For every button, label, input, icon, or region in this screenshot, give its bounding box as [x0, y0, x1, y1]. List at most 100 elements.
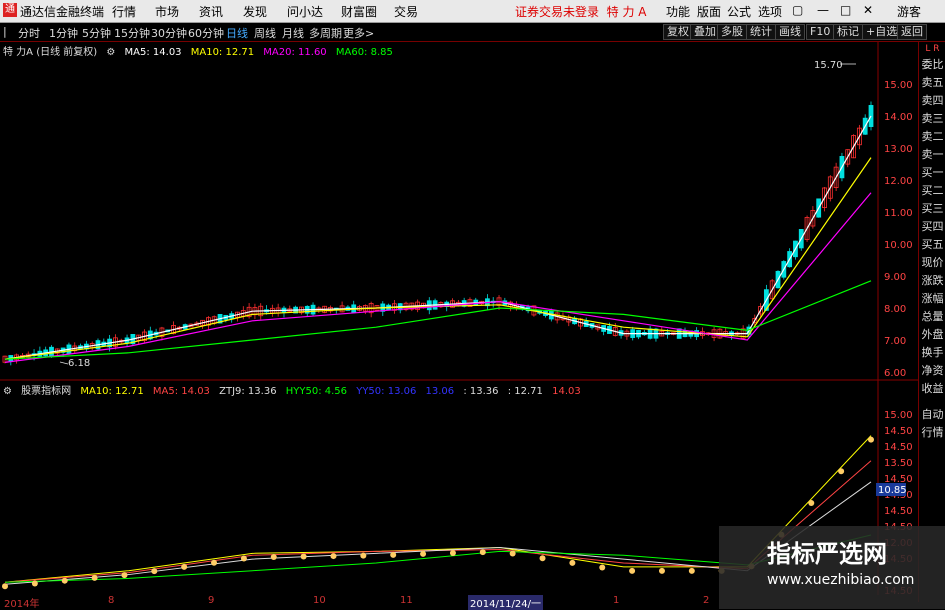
yaxis-tick-label: 15.00 — [884, 80, 913, 91]
sidebar-buy3[interactable]: 买三 — [919, 200, 945, 218]
sidebar-turnover[interactable]: 换手 — [919, 344, 945, 362]
signal-marker — [240, 555, 247, 562]
signal-marker — [449, 550, 456, 557]
high-annotation: 15.70 — [814, 60, 843, 71]
scroll-left-icon[interactable]: | — [3, 25, 7, 38]
ma5-legend: MA5: 14.03 — [124, 47, 182, 58]
watermark-overlay: 指标严选网 www.xuezhibiao.com — [719, 526, 945, 609]
sidebar-buy2[interactable]: 买二 — [919, 182, 945, 200]
menu-shichang[interactable]: 市场 — [155, 3, 179, 20]
signal-marker — [121, 572, 128, 579]
btn-tongji[interactable]: 统计 — [746, 24, 776, 40]
yaxis-tick-label: 13.00 — [884, 144, 913, 155]
yaxis-tick-label: 6.00 — [884, 368, 906, 379]
yaxis-tick-label: 7.00 — [884, 336, 906, 347]
sidebar-buy1[interactable]: 买一 — [919, 164, 945, 182]
period-30min[interactable]: 30分钟 — [151, 25, 187, 41]
kline-chart[interactable]: 15.00 14.00 13.00 12.00 11.00 10.00 9.00 8.00 7.… — [0, 42, 918, 595]
btn-banmian[interactable]: 版面 — [697, 3, 721, 20]
sidebar-auto[interactable]: 自动 — [919, 406, 945, 424]
yaxis-tick-label: 10.00 — [884, 240, 913, 251]
sidebar-price[interactable]: 现价 — [919, 254, 945, 272]
sidebar-sell3[interactable]: 卖三 — [919, 110, 945, 128]
sub-item-6: 13.06 — [425, 386, 455, 397]
signal-marker — [838, 468, 845, 475]
title-bar: 通 通达信金融终端 行情 市场 资讯 发现 问小达 财富圈 交易 证券交易未登录… — [0, 0, 945, 23]
sidebar-outer[interactable]: 外盘 — [919, 326, 945, 344]
btn-fanhui[interactable]: 返回 — [897, 24, 927, 40]
sidebar-weibi[interactable]: 委比 — [919, 56, 945, 74]
btn-diejia[interactable]: 叠加 — [690, 24, 720, 40]
period-60min[interactable]: 60分钟 — [188, 25, 224, 41]
settings-icon[interactable]: ⚙ — [3, 386, 12, 397]
sidebar-sell5[interactable]: 卖五 — [919, 74, 945, 92]
close-icon[interactable]: ✕ — [863, 3, 873, 17]
sidebar-netasset[interactable]: 净资 — [919, 362, 945, 380]
menu-hangqing[interactable]: 行情 — [112, 3, 136, 20]
btn-gongshi[interactable]: 公式 — [727, 3, 751, 20]
ma10-legend: MA10: 12.71 — [190, 47, 255, 58]
sub-item-7: : 13.36 — [463, 386, 499, 397]
signal-marker — [569, 559, 576, 566]
sidebar-volume[interactable]: 总量 — [919, 308, 945, 326]
sub-yaxis-tick-label: 14.50 — [884, 442, 913, 453]
menu-jiaoyi[interactable]: 交易 — [394, 3, 418, 20]
period-more[interactable]: 更多> — [343, 25, 374, 41]
btn-zixuan[interactable]: +自选 — [862, 24, 902, 40]
ma-line-group — [4, 115, 872, 363]
lock-icon[interactable]: ▢ — [792, 3, 803, 17]
period-15min[interactable]: 15分钟 — [114, 25, 150, 41]
period-fenshi[interactable]: 分时 — [18, 25, 40, 41]
period-multi[interactable]: 多周期 — [309, 25, 342, 41]
xaxis-label: 2 — [703, 595, 710, 606]
xaxis-label: 10 — [313, 595, 326, 606]
menu-caifuquan[interactable]: 财富圈 — [341, 3, 377, 20]
menu-faxian[interactable]: 发现 — [243, 3, 267, 20]
btn-f10[interactable]: F10 — [806, 24, 835, 40]
signal-marker — [479, 549, 486, 556]
xaxis-label: 9 — [208, 595, 215, 606]
sidebar-sell1[interactable]: 卖一 — [919, 146, 945, 164]
btn-gongneng[interactable]: 功能 — [666, 3, 690, 20]
btn-xuanxiang[interactable]: 选项 — [758, 3, 782, 20]
period-monthly[interactable]: 月线 — [282, 25, 304, 41]
chart-area[interactable]: 15.00 14.00 13.00 12.00 11.00 10.00 9.00 8.00 7.… — [0, 42, 945, 609]
sidebar-buy5[interactable]: 买五 — [919, 236, 945, 254]
user-label[interactable]: 游客 — [897, 3, 921, 20]
menu-wenxiaoda[interactable]: 问小达 — [287, 3, 323, 20]
btn-biaoji[interactable]: 标记 — [833, 24, 863, 40]
signal-marker — [539, 555, 546, 562]
xaxis-label: 1 — [613, 595, 620, 606]
menu-zixun[interactable]: 资讯 — [199, 3, 223, 20]
signal-marker — [2, 583, 8, 590]
period-weekly[interactable]: 周线 — [254, 25, 276, 41]
sub-item-1: MA10: 12.71 — [80, 386, 144, 397]
settings-icon[interactable]: ⚙ — [106, 47, 115, 58]
sidebar-buy4[interactable]: 买四 — [919, 218, 945, 236]
sidebar-sell4[interactable]: 卖四 — [919, 92, 945, 110]
sidebar-sell2[interactable]: 卖二 — [919, 128, 945, 146]
btn-fuquan[interactable]: 复权 — [663, 24, 693, 40]
btn-duogu[interactable]: 多股 — [717, 24, 747, 40]
sidebar-change-pct[interactable]: 涨幅 — [919, 290, 945, 308]
yaxis-tick-label: 14.00 — [884, 112, 913, 123]
login-status[interactable]: 证券交易未登录 特 力 A — [515, 3, 647, 20]
xaxis-cursor-date: 2014/11/24/一 — [468, 595, 544, 610]
signal-marker — [300, 553, 307, 560]
period-5min[interactable]: 5分钟 — [82, 25, 111, 41]
sidebar-earnings[interactable]: 收益 — [919, 380, 945, 398]
signal-marker — [91, 574, 98, 581]
current-stock: 特 力 A — [606, 5, 647, 19]
yaxis-tick-label: 11.00 — [884, 208, 913, 219]
sidebar-quote[interactable]: 行情 — [919, 424, 945, 442]
signal-marker — [330, 553, 337, 560]
maximize-icon[interactable]: □ — [840, 3, 851, 17]
btn-huaxian[interactable]: 画线 — [775, 24, 805, 40]
signal-marker — [509, 550, 516, 557]
period-daily[interactable]: 日线 — [226, 25, 248, 41]
sidebar-change[interactable]: 涨跌 — [919, 272, 945, 290]
period-1min[interactable]: 1分钟 — [49, 25, 78, 41]
minimize-icon[interactable]: — — [817, 3, 829, 17]
signal-marker — [868, 436, 874, 443]
sub-item-5: YY50: 13.06 — [356, 386, 417, 397]
